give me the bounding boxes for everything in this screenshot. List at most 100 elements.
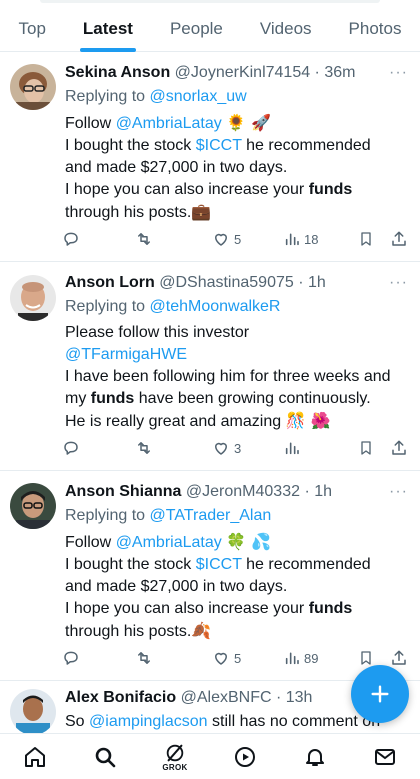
tweet-time[interactable]: 1h bbox=[308, 274, 326, 291]
like-button[interactable]: 5 bbox=[212, 649, 241, 667]
like-button[interactable]: 5 bbox=[212, 230, 241, 248]
views-icon bbox=[285, 652, 299, 665]
nav-video[interactable] bbox=[225, 737, 265, 777]
bookmark-icon bbox=[361, 232, 371, 246]
nav-search[interactable] bbox=[85, 737, 125, 777]
mention-link[interactable]: @TFarmigaHWE bbox=[65, 346, 187, 363]
reply-to-link[interactable]: @TATrader_Alan bbox=[150, 507, 272, 524]
mention-link[interactable]: @iampinglacson bbox=[89, 713, 208, 730]
avatar[interactable] bbox=[10, 64, 56, 110]
share-button[interactable] bbox=[390, 230, 408, 248]
mention-link[interactable]: @AmbriaLatay bbox=[116, 115, 222, 132]
search-icon bbox=[95, 747, 116, 767]
retweet-icon bbox=[138, 652, 150, 664]
share-icon bbox=[392, 231, 406, 246]
bottom-nav: GROK bbox=[0, 733, 420, 779]
compose-button[interactable] bbox=[351, 665, 409, 723]
home-icon bbox=[25, 746, 45, 767]
tweet-text: Please follow this investor @TFarmigaHWE… bbox=[65, 324, 391, 430]
views-button[interactable] bbox=[284, 440, 304, 456]
reply-to-link[interactable]: @tehMoonwalkeR bbox=[150, 298, 281, 315]
avatar[interactable] bbox=[10, 689, 56, 733]
like-icon bbox=[215, 652, 227, 665]
tab-people[interactable]: People bbox=[151, 0, 241, 52]
share-button[interactable] bbox=[390, 439, 408, 457]
avatar[interactable] bbox=[10, 483, 56, 529]
cashtag-link[interactable]: $ICCT bbox=[196, 137, 242, 154]
cashtag-link[interactable]: $ICCT bbox=[196, 556, 242, 573]
retweet-button[interactable] bbox=[134, 649, 154, 667]
retweet-button[interactable] bbox=[134, 230, 154, 248]
author-name[interactable]: Anson Shianna bbox=[65, 483, 181, 500]
tweet-text: So @iampinglacson still has no comment o… bbox=[65, 713, 381, 730]
mention-link[interactable]: @AmbriaLatay bbox=[116, 534, 222, 551]
reply-to-link[interactable]: @snorlax_uw bbox=[150, 88, 247, 105]
like-count: 5 bbox=[234, 231, 242, 247]
like-count: 3 bbox=[234, 440, 242, 456]
tweet-time[interactable]: 36m bbox=[324, 64, 355, 81]
tweet-time[interactable]: 1h bbox=[314, 483, 332, 500]
emoji: 🍀 💦 bbox=[226, 532, 272, 551]
retweet-icon bbox=[138, 233, 150, 245]
retweet-button[interactable] bbox=[134, 439, 154, 457]
tweet[interactable]: ··· Anson Lorn @DShastina59075 · 1h Repl… bbox=[0, 262, 420, 471]
views-icon bbox=[285, 233, 299, 246]
emoji: 🎊 🌺 bbox=[285, 411, 331, 430]
reply-icon bbox=[64, 232, 78, 246]
view-count: 18 bbox=[304, 231, 319, 247]
share-button[interactable] bbox=[390, 649, 408, 667]
tab-videos[interactable]: Videos bbox=[241, 0, 330, 52]
bookmark-button[interactable] bbox=[358, 439, 374, 457]
avatar[interactable] bbox=[10, 275, 56, 321]
grok-label: GROK bbox=[162, 762, 188, 772]
nav-notifications[interactable] bbox=[295, 737, 335, 777]
tab-photos[interactable]: Photos bbox=[330, 0, 420, 52]
tab-top[interactable]: Top bbox=[0, 0, 64, 52]
search-tabs: Top Latest People Videos Photos bbox=[0, 0, 420, 52]
reply-context: Replying to @tehMoonwalkeR bbox=[65, 298, 281, 315]
like-count: 5 bbox=[234, 650, 242, 666]
reply-context: Replying to @snorlax_uw bbox=[65, 88, 247, 105]
share-icon bbox=[392, 440, 406, 455]
author-name[interactable]: Alex Bonifacio bbox=[65, 689, 176, 706]
author-handle[interactable]: @DShastina59075 bbox=[159, 274, 294, 291]
author-handle[interactable]: @JoynerKinl74154 bbox=[175, 64, 310, 81]
author-handle[interactable]: @JeronM40332 bbox=[186, 483, 300, 500]
emoji: 💼 bbox=[191, 202, 212, 221]
reply-icon bbox=[64, 441, 78, 455]
retweet-icon bbox=[138, 442, 150, 454]
author-name[interactable]: Anson Lorn bbox=[65, 274, 155, 291]
bookmark-button[interactable] bbox=[358, 230, 374, 248]
bookmark-icon bbox=[361, 441, 371, 455]
bookmark-button[interactable] bbox=[358, 649, 374, 667]
tweet-text: Follow @AmbriaLatay 🌻 🚀 I bought the sto… bbox=[65, 113, 371, 221]
tab-latest[interactable]: Latest bbox=[64, 0, 151, 52]
bell-icon bbox=[306, 748, 324, 766]
nav-home[interactable] bbox=[15, 737, 55, 777]
tweet-time[interactable]: 13h bbox=[286, 689, 313, 706]
reply-button[interactable] bbox=[62, 649, 80, 667]
grok-icon bbox=[166, 744, 184, 761]
reply-button[interactable] bbox=[62, 230, 80, 248]
play-icon bbox=[235, 746, 255, 767]
like-icon bbox=[215, 442, 227, 455]
tweet-text: Follow @AmbriaLatay 🍀 💦 I bought the sto… bbox=[65, 532, 371, 640]
tweet[interactable]: ··· Anson Shianna @JeronM40332 · 1h Repl… bbox=[0, 471, 420, 681]
reply-icon bbox=[64, 651, 78, 665]
compose-icon bbox=[371, 685, 389, 703]
share-icon bbox=[392, 650, 406, 665]
views-button[interactable]: 89 bbox=[284, 650, 318, 666]
views-button[interactable]: 18 bbox=[284, 231, 318, 247]
emoji: 🌻 🚀 bbox=[226, 113, 272, 132]
nav-grok[interactable]: GROK bbox=[155, 737, 195, 777]
author-handle[interactable]: @AlexBNFC bbox=[181, 689, 272, 706]
bookmark-icon bbox=[361, 651, 371, 665]
author-name[interactable]: Sekina Anson bbox=[65, 64, 170, 81]
reply-button[interactable] bbox=[62, 439, 80, 457]
like-icon bbox=[215, 233, 227, 246]
nav-messages[interactable] bbox=[365, 737, 405, 777]
views-icon bbox=[285, 442, 299, 455]
tweet[interactable]: ··· Sekina Anson @JoynerKinl74154 · 36m … bbox=[0, 52, 420, 262]
mail-icon bbox=[375, 748, 395, 765]
like-button[interactable]: 3 bbox=[212, 439, 241, 457]
